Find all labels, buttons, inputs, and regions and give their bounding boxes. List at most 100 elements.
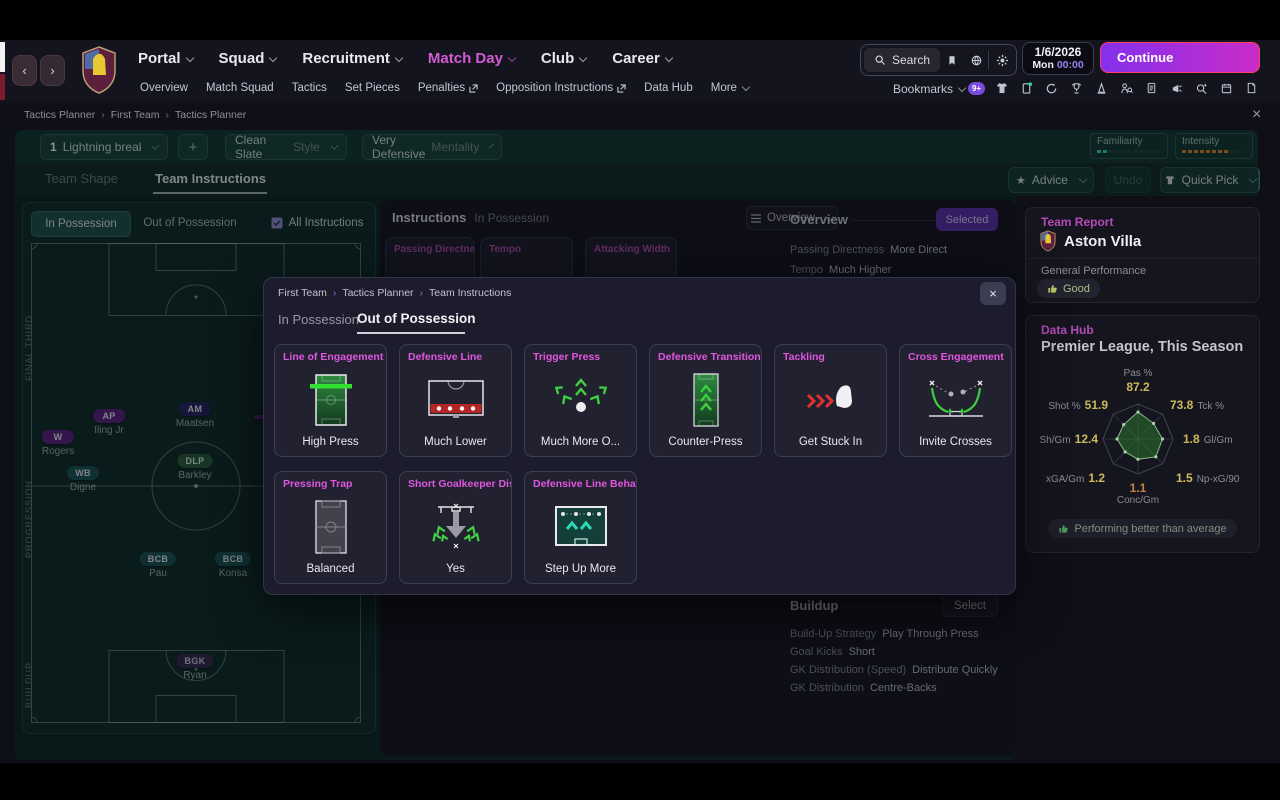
forward-button[interactable]: › [40, 55, 65, 86]
radar-axis-shot: Shot % 51.9 [1048, 398, 1108, 412]
toolbar-icons: 9+ [966, 79, 1262, 97]
card-cross-engagement[interactable]: Cross Engagement Invite Crosses [899, 344, 1012, 457]
subnav-match-squad[interactable]: Match Squad [206, 82, 274, 94]
radar-value-conc: 1.1 [1129, 481, 1147, 495]
calendar-button[interactable] [1216, 79, 1237, 97]
defensive-line-behaviour-icon [525, 496, 636, 558]
subnav-tactics[interactable]: Tactics [292, 82, 327, 94]
data-hub-title: Data Hub [1041, 323, 1094, 337]
card-short-goalkeeper-distribution[interactable]: Short Goalkeeper Distr Yes [399, 471, 512, 584]
line-of-engagement-icon [275, 369, 386, 431]
breadcrumb-separator: › [165, 109, 170, 121]
scout-icon [1121, 82, 1133, 93]
subnav-set-pieces[interactable]: Set Pieces [345, 82, 400, 94]
team-report-title: Team Report [1041, 215, 1114, 229]
menu-match-day[interactable]: Match Day [428, 50, 517, 67]
preferences-button[interactable] [989, 54, 1016, 67]
modal-close-button[interactable]: × [980, 282, 1006, 305]
search-star-icon [1196, 82, 1208, 94]
notes-button[interactable] [1241, 79, 1262, 97]
card-defensive-transition[interactable]: Defensive Transition Counter-Press [649, 344, 762, 457]
inbox-badge: 9+ [967, 81, 986, 95]
modal-tab-out-of-possession[interactable]: Out of Possession [357, 311, 476, 326]
back-button[interactable]: ‹ [12, 55, 37, 86]
bookmarks-dropdown[interactable]: Bookmarks [893, 81, 967, 96]
subnav-penalties[interactable]: Penalties [418, 82, 478, 94]
menu-squad[interactable]: Squad [219, 50, 278, 67]
search-icon [875, 55, 885, 65]
scouting-button[interactable] [1116, 79, 1137, 97]
card-tackling[interactable]: Tackling Get Stuck In [774, 344, 887, 457]
chevron-down-icon [185, 53, 194, 62]
close-page-button[interactable]: × [1252, 107, 1261, 123]
menu-portal[interactable]: Portal [138, 50, 194, 67]
tackling-icon [775, 369, 886, 431]
gk-distribution-icon [400, 496, 511, 558]
breadcrumb-item[interactable]: First Team [278, 287, 327, 299]
subnav-more[interactable]: More [711, 82, 751, 94]
report-button[interactable] [1141, 79, 1162, 97]
club-name[interactable]: Aston Villa [1064, 233, 1141, 250]
cross-engagement-icon [900, 369, 1011, 431]
inbox-button[interactable]: 9+ [966, 79, 987, 97]
card-defensive-line-behaviour[interactable]: Defensive Line Behavio Step Up More [524, 471, 637, 584]
gear-icon [996, 54, 1009, 66]
news-button[interactable] [1166, 79, 1187, 97]
world-button[interactable] [964, 54, 988, 67]
breadcrumb-item[interactable]: Tactics Planner [175, 109, 246, 121]
squad-shirt-button[interactable] [991, 79, 1012, 97]
menu-club[interactable]: Club [541, 50, 588, 67]
date-value: 1/6/2026 [1034, 45, 1082, 59]
card-defensive-line[interactable]: Defensive Line Much Lower [399, 344, 512, 457]
breadcrumb-item[interactable]: Team Instructions [429, 287, 511, 299]
chevron-down-icon [664, 53, 674, 62]
forward-icon: › [50, 63, 55, 78]
breadcrumb-item[interactable]: Tactics Planner [24, 109, 95, 121]
close-icon: × [989, 286, 997, 301]
sync-button[interactable] [1041, 79, 1062, 97]
flag-bookmark-button[interactable] [940, 54, 964, 67]
breadcrumb-item[interactable]: First Team [111, 109, 160, 121]
data-hub-subtitle: Premier League, This Season [1041, 339, 1244, 355]
search-players-button[interactable] [1191, 79, 1212, 97]
card-pressing-trap[interactable]: Pressing Trap Balanced [274, 471, 387, 584]
modal-breadcrumb: First Team › Tactics Planner › Team Instru… [278, 287, 511, 299]
game-date[interactable]: 1/6/2026 Mon 00:00 [1022, 42, 1094, 75]
club-crest-icon[interactable] [79, 45, 119, 100]
radar-axis-shgm: Sh/Gm 12.4 [1039, 432, 1098, 446]
competition-button[interactable] [1066, 79, 1087, 97]
thumbs-up-icon [1048, 285, 1057, 293]
chevron-down-icon [269, 53, 278, 62]
day-value: Mon [1032, 59, 1054, 71]
search-button[interactable]: Search [864, 48, 941, 72]
pressing-trap-icon [275, 496, 386, 558]
shirt-icon [996, 83, 1007, 93]
breadcrumb-item[interactable]: Tactics Planner [342, 287, 413, 299]
bookmark-icon [949, 55, 955, 65]
subnav-opposition-instructions[interactable]: Opposition Instructions [496, 82, 626, 94]
panel-button[interactable] [1016, 79, 1037, 97]
card-line-of-engagement[interactable]: Line of Engagement High Press [274, 344, 387, 457]
modal-tab-in-possession[interactable]: In Possession [278, 312, 359, 327]
subnav-data-hub[interactable]: Data Hub [644, 82, 693, 94]
cone-icon [1097, 81, 1106, 94]
breadcrumb-separator: › [419, 287, 424, 299]
continue-button[interactable]: Continue [1100, 42, 1260, 73]
radar-axis-glgm: 1.8 Gl/Gm [1183, 432, 1233, 446]
document-icon [1147, 82, 1156, 94]
megaphone-icon [1172, 84, 1182, 92]
card-trigger-press[interactable]: Trigger Press Much More O... [524, 344, 637, 457]
sub-menu: Overview Match Squad Tactics Set Pieces … [140, 80, 767, 96]
club-crest-icon [1039, 230, 1057, 257]
subnav-overview[interactable]: Overview [140, 82, 188, 94]
edge-strip-white [0, 42, 5, 72]
team-report-card: Team Report Aston Villa General Performa… [1025, 207, 1260, 303]
radar-value-pas: 87.2 [1126, 380, 1150, 394]
breadcrumb-separator: › [101, 109, 105, 121]
radar-axis-tck: 73.8 Tck % [1170, 398, 1225, 412]
menu-career[interactable]: Career [612, 50, 674, 67]
search-group: Search [860, 44, 1017, 76]
radar-axis-conc: Conc/Gm [1116, 495, 1160, 506]
menu-recruitment[interactable]: Recruitment [302, 50, 404, 67]
training-button[interactable] [1091, 79, 1112, 97]
